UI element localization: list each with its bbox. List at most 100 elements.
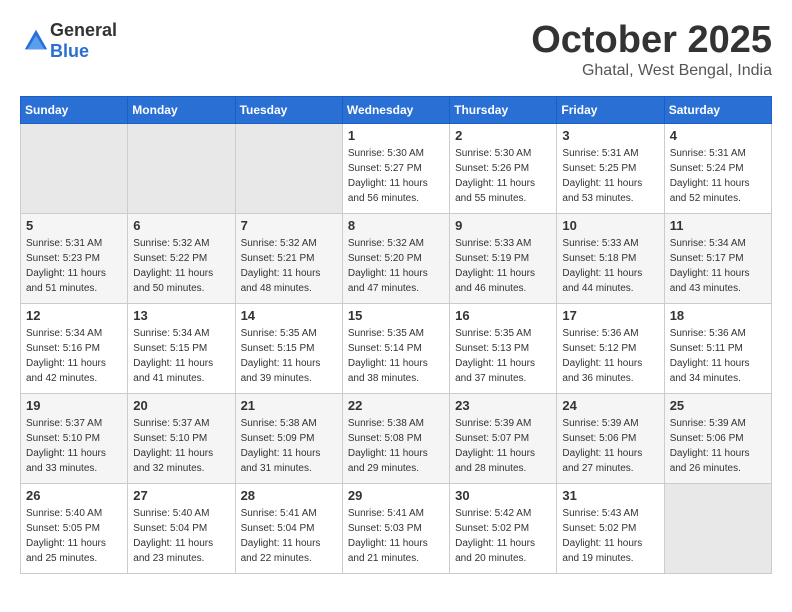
calendar-cell: 2Sunrise: 5:30 AMSunset: 5:26 PMDaylight… xyxy=(450,123,557,213)
day-number: 18 xyxy=(670,308,766,323)
calendar-table: SundayMondayTuesdayWednesdayThursdayFrid… xyxy=(20,96,772,574)
logo-blue: Blue xyxy=(50,41,89,61)
calendar-cell: 17 Sunrise: 5:36 AMSunset: 5:12 PMDayligh… xyxy=(557,303,664,393)
day-number: 10 xyxy=(562,218,658,233)
page-header: General Blue October 2025 Ghatal, West B… xyxy=(20,20,772,80)
calendar-cell: 15 Sunrise: 5:35 AMSunset: 5:14 PMDayligh… xyxy=(342,303,449,393)
calendar-cell: 27Sunrise: 5:40 AMSunset: 5:04 PMDayligh… xyxy=(128,483,235,573)
day-info: Sunrise: 5:35 AMSunset: 5:15 PMDaylight:… xyxy=(241,326,337,386)
day-info: Sunrise: 5:34 AMSunset: 5:17 PMDaylight:… xyxy=(670,236,766,296)
day-number: 23 xyxy=(455,398,551,413)
calendar-cell: 5Sunrise: 5:31 AMSunset: 5:23 PMDaylight… xyxy=(21,213,128,303)
day-info: Sunrise: 5:37 AMSunset: 5:10 PMDaylight:… xyxy=(133,416,229,476)
day-number: 16 xyxy=(455,308,551,323)
day-info: Sunrise: 5:38 AMSunset: 5:08 PMDaylight:… xyxy=(348,416,444,476)
location: Ghatal, West Bengal, India xyxy=(531,62,772,80)
calendar-cell: 25 Sunrise: 5:39 AMSunset: 5:06 PMDayligh… xyxy=(664,393,771,483)
logo-icon xyxy=(22,27,50,55)
day-info: Sunrise: 5:40 AMSunset: 5:05 PMDaylight:… xyxy=(26,506,122,566)
logo-general: General xyxy=(50,20,117,40)
calendar-cell: 26Sunrise: 5:40 AMSunset: 5:05 PMDayligh… xyxy=(21,483,128,573)
day-info: Sunrise: 5:38 AMSunset: 5:09 PMDaylight:… xyxy=(241,416,337,476)
calendar-cell xyxy=(128,123,235,213)
day-number: 24 xyxy=(562,398,658,413)
day-number: 20 xyxy=(133,398,229,413)
day-number: 6 xyxy=(133,218,229,233)
calendar-cell: 6 Sunrise: 5:32 AMSunset: 5:22 PMDaylight… xyxy=(128,213,235,303)
calendar-cell xyxy=(664,483,771,573)
day-info: Sunrise: 5:35 AMSunset: 5:13 PMDaylight:… xyxy=(455,326,551,386)
day-info: Sunrise: 5:31 AMSunset: 5:25 PMDaylight:… xyxy=(562,146,658,206)
day-info: Sunrise: 5:33 AMSunset: 5:19 PMDaylight:… xyxy=(455,236,551,296)
day-info: Sunrise: 5:32 AMSunset: 5:21 PMDaylight:… xyxy=(241,236,337,296)
calendar-cell: 18Sunrise: 5:36 AMSunset: 5:11 PMDayligh… xyxy=(664,303,771,393)
day-number: 14 xyxy=(241,308,337,323)
day-number: 8 xyxy=(348,218,444,233)
weekday-header: Saturday xyxy=(664,96,771,123)
day-number: 17 xyxy=(562,308,658,323)
day-info: Sunrise: 5:39 AMSunset: 5:06 PMDaylight:… xyxy=(562,416,658,476)
calendar-cell: 7 Sunrise: 5:32 AMSunset: 5:21 PMDaylight… xyxy=(235,213,342,303)
calendar-cell: 23 Sunrise: 5:39 AMSunset: 5:07 PMDayligh… xyxy=(450,393,557,483)
calendar-cell: 8 Sunrise: 5:32 AMSunset: 5:20 PMDaylight… xyxy=(342,213,449,303)
calendar-cell: 4 Sunrise: 5:31 AMSunset: 5:24 PMDaylight… xyxy=(664,123,771,213)
day-number: 13 xyxy=(133,308,229,323)
calendar-cell: 19 Sunrise: 5:37 AMSunset: 5:10 PMDayligh… xyxy=(21,393,128,483)
day-number: 29 xyxy=(348,488,444,503)
day-info: Sunrise: 5:34 AMSunset: 5:16 PMDaylight:… xyxy=(26,326,122,386)
month-title: October 2025 xyxy=(531,20,772,62)
calendar-cell: 10 Sunrise: 5:33 AMSunset: 5:18 PMDayligh… xyxy=(557,213,664,303)
day-info: Sunrise: 5:35 AMSunset: 5:14 PMDaylight:… xyxy=(348,326,444,386)
day-info: Sunrise: 5:31 AMSunset: 5:23 PMDaylight:… xyxy=(26,236,122,296)
day-number: 19 xyxy=(26,398,122,413)
calendar-cell xyxy=(235,123,342,213)
day-number: 30 xyxy=(455,488,551,503)
day-number: 2 xyxy=(455,128,551,143)
calendar-cell: 29 Sunrise: 5:41 AMSunset: 5:03 PMDayligh… xyxy=(342,483,449,573)
calendar-cell: 24 Sunrise: 5:39 AMSunset: 5:06 PMDayligh… xyxy=(557,393,664,483)
day-info: Sunrise: 5:33 AMSunset: 5:18 PMDaylight:… xyxy=(562,236,658,296)
weekday-header: Monday xyxy=(128,96,235,123)
calendar-cell: 31Sunrise: 5:43 AMSunset: 5:02 PMDayligh… xyxy=(557,483,664,573)
logo: General Blue xyxy=(20,20,117,62)
day-number: 15 xyxy=(348,308,444,323)
day-number: 21 xyxy=(241,398,337,413)
calendar-cell: 9 Sunrise: 5:33 AMSunset: 5:19 PMDaylight… xyxy=(450,213,557,303)
weekday-header: Sunday xyxy=(21,96,128,123)
day-info: Sunrise: 5:39 AMSunset: 5:06 PMDaylight:… xyxy=(670,416,766,476)
calendar-cell: 28Sunrise: 5:41 AMSunset: 5:04 PMDayligh… xyxy=(235,483,342,573)
calendar-cell: 20 Sunrise: 5:37 AMSunset: 5:10 PMDayligh… xyxy=(128,393,235,483)
day-info: Sunrise: 5:34 AMSunset: 5:15 PMDaylight:… xyxy=(133,326,229,386)
day-info: Sunrise: 5:30 AMSunset: 5:27 PMDaylight:… xyxy=(348,146,444,206)
day-number: 11 xyxy=(670,218,766,233)
day-number: 27 xyxy=(133,488,229,503)
day-number: 31 xyxy=(562,488,658,503)
day-info: Sunrise: 5:37 AMSunset: 5:10 PMDaylight:… xyxy=(26,416,122,476)
calendar-week-row: 19 Sunrise: 5:37 AMSunset: 5:10 PMDayligh… xyxy=(21,393,772,483)
calendar-cell: 14 Sunrise: 5:35 AMSunset: 5:15 PMDayligh… xyxy=(235,303,342,393)
day-info: Sunrise: 5:42 AMSunset: 5:02 PMDaylight:… xyxy=(455,506,551,566)
day-info: Sunrise: 5:41 AMSunset: 5:03 PMDaylight:… xyxy=(348,506,444,566)
day-info: Sunrise: 5:32 AMSunset: 5:20 PMDaylight:… xyxy=(348,236,444,296)
day-info: Sunrise: 5:32 AMSunset: 5:22 PMDaylight:… xyxy=(133,236,229,296)
weekday-header: Thursday xyxy=(450,96,557,123)
calendar-week-row: 12Sunrise: 5:34 AMSunset: 5:16 PMDayligh… xyxy=(21,303,772,393)
calendar-cell: 13 Sunrise: 5:34 AMSunset: 5:15 PMDayligh… xyxy=(128,303,235,393)
weekday-header: Wednesday xyxy=(342,96,449,123)
day-info: Sunrise: 5:36 AMSunset: 5:12 PMDaylight:… xyxy=(562,326,658,386)
calendar-week-row: 1Sunrise: 5:30 AMSunset: 5:27 PMDaylight… xyxy=(21,123,772,213)
day-number: 7 xyxy=(241,218,337,233)
day-info: Sunrise: 5:39 AMSunset: 5:07 PMDaylight:… xyxy=(455,416,551,476)
title-block: October 2025 Ghatal, West Bengal, India xyxy=(531,20,772,80)
calendar-week-row: 5Sunrise: 5:31 AMSunset: 5:23 PMDaylight… xyxy=(21,213,772,303)
day-number: 9 xyxy=(455,218,551,233)
day-info: Sunrise: 5:31 AMSunset: 5:24 PMDaylight:… xyxy=(670,146,766,206)
calendar-cell: 30 Sunrise: 5:42 AMSunset: 5:02 PMDayligh… xyxy=(450,483,557,573)
weekday-header: Friday xyxy=(557,96,664,123)
day-number: 28 xyxy=(241,488,337,503)
day-number: 4 xyxy=(670,128,766,143)
calendar-cell: 12Sunrise: 5:34 AMSunset: 5:16 PMDayligh… xyxy=(21,303,128,393)
day-number: 22 xyxy=(348,398,444,413)
day-number: 25 xyxy=(670,398,766,413)
calendar-cell xyxy=(21,123,128,213)
